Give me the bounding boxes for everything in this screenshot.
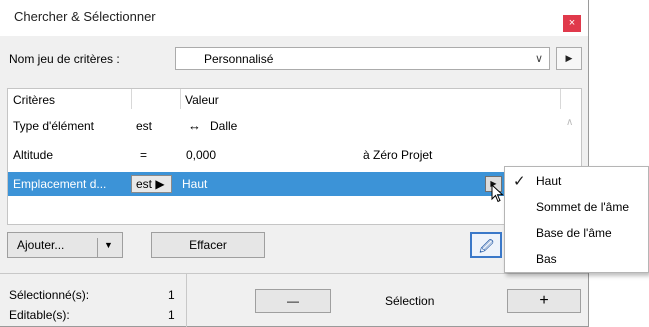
row-criterion: Altitude	[13, 148, 54, 162]
add-button-label: Ajouter...	[17, 238, 65, 252]
selection-plus-button[interactable]: +	[507, 289, 581, 313]
add-button[interactable]: Ajouter... ▼	[7, 232, 123, 258]
close-button[interactable]: ×	[563, 15, 581, 32]
menu-item-base-ame[interactable]: Base de l'âme	[505, 222, 648, 246]
criteria-set-value: Personnalisé	[204, 52, 274, 66]
selected-label: Sélectionné(s):	[9, 288, 90, 302]
divider	[186, 273, 187, 327]
criteria-table: Critères Valeur Type d'élément est ↔ Dal…	[7, 88, 582, 225]
column-separator	[131, 89, 132, 109]
row-extra: à Zéro Projet	[363, 148, 433, 162]
menu-item-label: Bas	[536, 252, 557, 266]
find-select-dialog: Chercher & Sélectionner × Nom jeu de cri…	[0, 0, 589, 327]
menu-item-haut[interactable]: ✓ Haut	[505, 170, 648, 194]
selected-count: 1	[168, 288, 175, 302]
row-criterion: Type d'élément	[13, 119, 95, 133]
row-criterion: Emplacement d...	[13, 177, 107, 191]
row-value: Dalle	[210, 119, 238, 133]
menu-item-label: Haut	[536, 174, 562, 188]
row-value: 0,000	[186, 148, 217, 162]
table-row-selected[interactable]: Emplacement d... est ▶ Haut ▶	[8, 172, 508, 196]
header-value: Valeur	[185, 93, 219, 107]
checkmark-icon: ✓	[513, 173, 526, 190]
eyedropper-icon: 🖉	[479, 238, 494, 254]
row-operator: =	[140, 148, 148, 162]
mouse-cursor-icon	[491, 184, 504, 203]
scroll-up-icon[interactable]: ∧	[566, 117, 573, 128]
table-row[interactable]: Altitude = 0,000 à Zéro Projet	[8, 144, 558, 166]
selection-minus-button[interactable]: —	[255, 289, 331, 313]
eyedropper-button[interactable]: 🖉	[470, 232, 502, 258]
value-popup-menu: ✓ Haut Sommet de l'âme Base de l'âme Bas	[504, 166, 649, 273]
table-row[interactable]: Type d'élément est ↔ Dalle	[8, 115, 558, 137]
column-separator	[180, 89, 181, 109]
menu-item-bas[interactable]: Bas	[505, 248, 648, 272]
criteria-set-dropdown[interactable]: Personnalisé ∨	[175, 47, 550, 70]
title-bar: Chercher & Sélectionner ×	[0, 0, 588, 36]
editable-count: 1	[168, 308, 175, 322]
slab-icon: ↔	[188, 118, 201, 133]
row-operator: est	[136, 119, 153, 133]
editable-label: Editable(s):	[9, 308, 70, 322]
divider	[0, 273, 588, 274]
criteria-set-menu-button[interactable]: ▶	[556, 47, 582, 70]
menu-item-label: Sommet de l'âme	[536, 200, 629, 214]
clear-button[interactable]: Effacer	[151, 232, 265, 258]
criteria-set-label: Nom jeu de critères :	[9, 52, 120, 66]
dialog-title: Chercher & Sélectionner	[14, 9, 156, 24]
selection-label: Sélection	[385, 294, 435, 308]
divider	[97, 238, 98, 258]
column-separator	[560, 89, 561, 109]
header-criteria: Critères	[13, 93, 56, 107]
menu-item-label: Base de l'âme	[536, 226, 612, 240]
menu-item-sommet-ame[interactable]: Sommet de l'âme	[505, 196, 648, 220]
operator-button[interactable]: est ▶	[131, 175, 172, 193]
row-value: Haut	[182, 177, 208, 191]
chevron-down-icon[interactable]: ▼	[104, 233, 113, 257]
chevron-down-icon: ∨	[534, 53, 543, 65]
